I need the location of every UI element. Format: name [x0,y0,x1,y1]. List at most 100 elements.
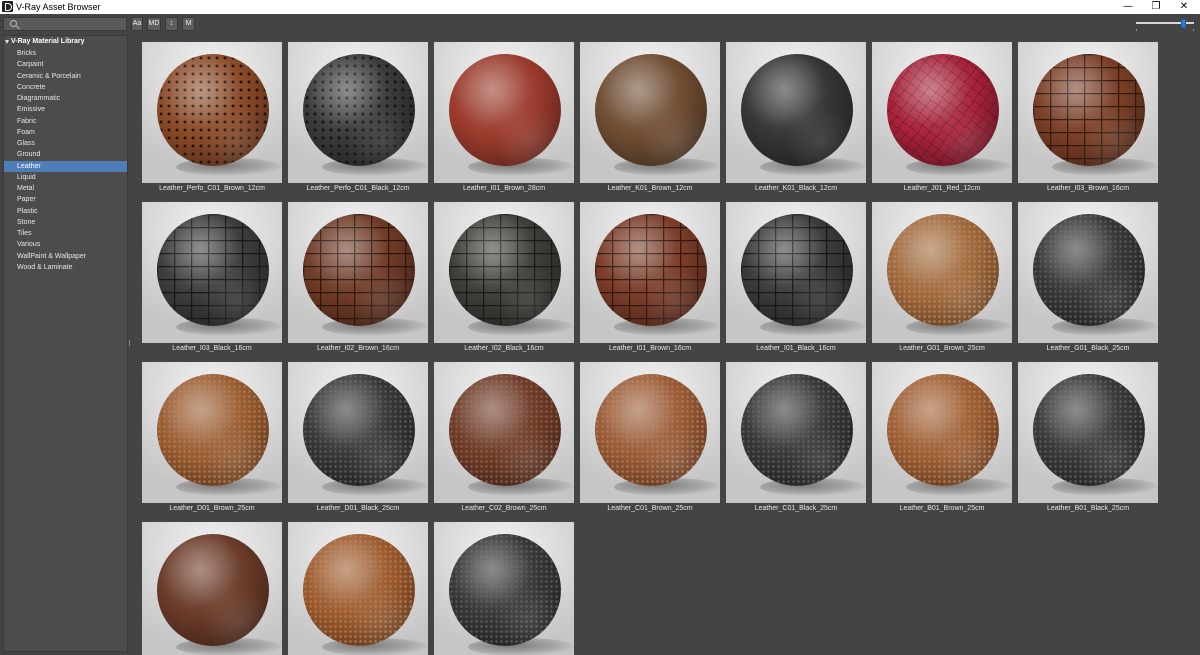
sort-button[interactable]: ↕ [165,17,178,31]
sidebar-item-concrete[interactable]: Concrete [4,82,127,93]
material-tile[interactable]: Leather_B01_Brown_25cm [872,362,1012,512]
material-thumbnail[interactable] [142,202,282,343]
material-tile[interactable]: Leather_G01_Brown_25cm [872,202,1012,352]
material-preview-sphere [1033,214,1145,326]
material-thumbnail[interactable] [288,42,428,183]
material-preview-sphere [157,534,269,646]
material-thumbnail[interactable] [434,522,574,655]
restore-button[interactable]: ❐ [1144,0,1168,14]
material-preview-sphere [1033,374,1145,486]
material-thumbnail[interactable] [142,362,282,503]
material-thumbnail[interactable] [726,42,866,183]
material-tile[interactable]: Leather_A01_Brown_25cm [288,522,428,655]
splitter-handle[interactable] [129,340,130,346]
slider-ticks [1136,29,1194,31]
sidebar-item-glass[interactable]: Glass [4,138,127,149]
material-thumbnail[interactable] [142,522,282,655]
material-tile[interactable]: Leather_G01_Black_25cm [1018,202,1158,352]
material-name: Leather_I01_Black_16cm [756,345,836,352]
material-tile[interactable]: Leather_B01_Black_25cm [1018,362,1158,512]
material-thumbnail[interactable] [726,362,866,503]
match-case-button[interactable]: Aa [131,17,143,31]
material-thumbnail[interactable] [1018,362,1158,503]
sidebar-item-bricks[interactable]: Bricks [4,48,127,59]
material-name: Leather_Perfo_C01_Brown_12cm [159,185,265,192]
material-tile[interactable]: Leather_D01_Black_25cm [288,362,428,512]
sidebar-item-wallpaint-wallpaper[interactable]: WallPaint & Wallpaper [4,251,127,262]
sidebar-item-carpaint[interactable]: Carpaint [4,59,127,70]
material-tile[interactable]: Leather_I01_Brown_28cm [434,42,574,192]
sidebar-item-wood-laminate[interactable]: Wood & Laminate [4,262,127,273]
material-tile[interactable]: Leather_C02_Brown_25cm [434,362,574,512]
sidebar-item-diagrammatic[interactable]: Diagrammatic [4,93,127,104]
material-tile[interactable]: Leather_I02_Brown_16cm [288,202,428,352]
material-tile[interactable]: Leather_A02_Brown_25cm [142,522,282,655]
title-bar: V-Ray Asset Browser — ❐ ✕ [0,0,1200,14]
material-tile[interactable]: Leather_K01_Brown_12cm [580,42,720,192]
material-preview-sphere [449,534,561,646]
material-thumbnail[interactable] [1018,42,1158,183]
material-thumbnail[interactable] [872,42,1012,183]
material-name: Leather_I02_Brown_16cm [316,345,400,352]
material-tile[interactable]: Leather_K01_Black_12cm [726,42,866,192]
window-title: V-Ray Asset Browser [16,2,101,12]
md-filter-button[interactable]: MD [147,17,161,31]
sidebar-item-liquid[interactable]: Liquid [4,172,127,183]
close-button[interactable]: ✕ [1172,0,1196,14]
sidebar-item-paper[interactable]: Paper [4,194,127,205]
sidebar-item-various[interactable]: Various [4,239,127,250]
material-thumbnail[interactable] [872,202,1012,343]
material-preview-sphere [595,374,707,486]
material-thumbnail[interactable] [580,362,720,503]
material-tile[interactable]: Leather_I03_Brown_16cm [1018,42,1158,192]
material-name: Leather_I03_Brown_16cm [1046,185,1130,192]
material-tile[interactable]: Leather_I01_Brown_16cm [580,202,720,352]
sidebar-item-leather[interactable]: Leather [4,160,127,172]
search-box[interactable] [3,17,127,31]
material-tile[interactable]: Leather_J01_Red_12cm [872,42,1012,192]
material-preview-sphere [741,54,853,166]
material-preview-sphere [303,534,415,646]
material-thumbnail[interactable] [288,202,428,343]
m-filter-button[interactable]: M [182,17,195,31]
sidebar-item-ground[interactable]: Ground [4,149,127,160]
material-tile[interactable]: Leather_I03_Black_16cm [142,202,282,352]
minimize-button[interactable]: — [1116,0,1140,14]
sidebar-item-stone[interactable]: Stone [4,217,127,228]
vray-app-icon [2,1,13,12]
search-icon [10,20,17,27]
material-thumbnail[interactable] [580,202,720,343]
material-thumbnail[interactable] [872,362,1012,503]
material-thumbnail[interactable] [288,522,428,655]
material-preview-sphere [303,54,415,166]
material-thumbnail[interactable] [434,202,574,343]
sidebar-item-foam[interactable]: Foam [4,127,127,138]
sidebar-item-emissive[interactable]: Emissive [4,104,127,115]
sidebar-item-metal[interactable]: Metal [4,183,127,194]
material-name: Leather_C01_Brown_25cm [607,505,693,512]
material-tile[interactable]: Leather_I02_Black_16cm [434,202,574,352]
material-thumbnail[interactable] [434,42,574,183]
material-thumbnail[interactable] [434,362,574,503]
material-thumbnail[interactable] [726,202,866,343]
search-input[interactable] [22,18,122,30]
material-tile[interactable]: Leather_A01_Black_25cm [434,522,574,655]
material-tile[interactable]: Leather_C01_Brown_25cm [580,362,720,512]
material-thumbnail[interactable] [142,42,282,183]
material-tile[interactable]: Leather_Perfo_C01_Black_12cm [288,42,428,192]
material-tile[interactable]: Leather_C01_Black_25cm [726,362,866,512]
material-thumbnail[interactable] [1018,202,1158,343]
material-preview-sphere [887,374,999,486]
sidebar-item-fabric[interactable]: Fabric [4,116,127,127]
material-tile[interactable]: Leather_D01_Brown_25cm [142,362,282,512]
sidebar-item-plastic[interactable]: Plastic [4,206,127,217]
material-thumbnail[interactable] [288,362,428,503]
expand-arrow-icon[interactable] [5,40,9,44]
sidebar-item-tiles[interactable]: Tiles [4,228,127,239]
material-tile[interactable]: Leather_Perfo_C01_Brown_12cm [142,42,282,192]
material-thumbnail[interactable] [580,42,720,183]
slider-thumb[interactable] [1181,19,1186,28]
sidebar-item-ceramic-porcelain[interactable]: Ceramic & Porcelain [4,71,127,82]
tree-root-material-library[interactable]: V-Ray Material Library [4,36,127,48]
material-tile[interactable]: Leather_I01_Black_16cm [726,202,866,352]
